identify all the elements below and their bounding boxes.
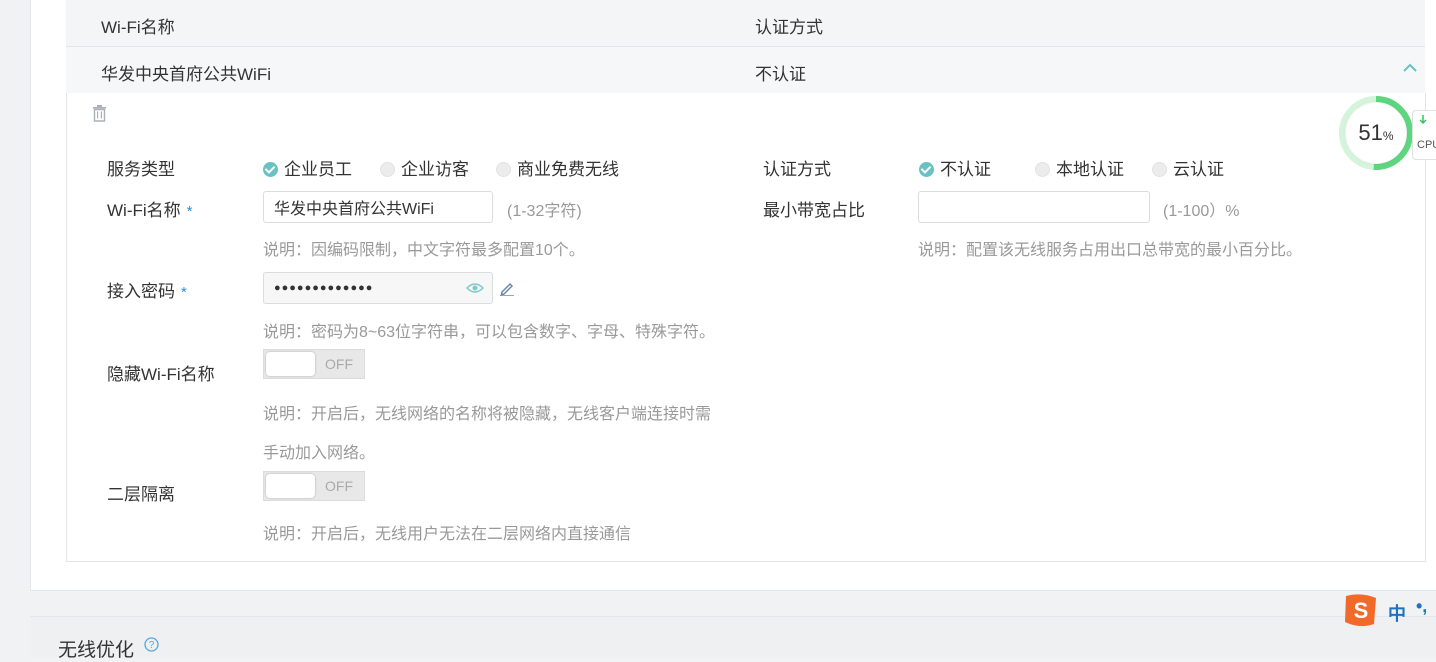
chevron-up-icon[interactable] [1402,59,1418,79]
cpu-tab[interactable]: CPU [1412,110,1436,160]
radio-service-employee[interactable]: 企业员工 [263,155,352,180]
ime-punct: •, [1416,596,1428,616]
row-wifi-name: 华发中央首府公共WiFi [101,65,271,84]
wifi-name-hint: (1-32字符) [507,203,582,220]
arrow-down-icon [1419,115,1427,128]
question-circle-icon[interactable]: ? [144,637,159,657]
radio-checked-icon [919,162,934,177]
header-auth-method: 认证方式 [755,18,823,37]
radio-unchecked-icon [1152,162,1167,177]
radio-checked-icon [263,162,278,177]
row-auth-method: 不认证 [755,65,806,84]
auth-method-label: 认证方式 [763,160,831,179]
radio-unchecked-icon [1035,162,1050,177]
min-bandwidth-note: 说明：配置该无线服务占用出口总带宽的最小百分比。 [918,242,1303,259]
trash-icon[interactable] [92,105,107,127]
hide-ssid-toggle[interactable]: OFF [263,349,365,379]
password-input[interactable]: ●●●●●●●●●●●●● [263,272,493,304]
required-mark: * [181,284,187,301]
radio-auth-none[interactable]: 不认证 [919,155,991,180]
radio-unchecked-icon [380,162,395,177]
ime-toolbar[interactable]: S 中 •, [1340,590,1436,628]
ime-mode: 中 [1388,604,1406,624]
pencil-icon[interactable] [499,280,515,301]
min-bandwidth-label: 最小带宽占比 [763,201,865,220]
radio-auth-cloud[interactable]: 云认证 [1152,155,1224,180]
section-title: 无线优化 [58,640,135,661]
radio-service-visitor[interactable]: 企业访客 [380,155,469,180]
password-note: 说明：密码为8~63位字符串，可以包含数字、字母、特殊字符。 [263,324,716,341]
table-header: Wi-Fi名称 认证方式 [66,0,1425,47]
header-wifi-name: Wi-Fi名称 [101,18,175,37]
wifi-name-label: Wi-Fi名称 * [107,201,193,220]
min-bandwidth-hint: (1-100）% [1163,203,1240,220]
cpu-label: CPU [1417,139,1436,151]
svg-text:?: ? [149,640,155,651]
required-mark: * [186,203,193,220]
min-bandwidth-input[interactable] [918,191,1150,223]
service-type-label: 服务类型 [107,160,175,179]
radio-unchecked-icon [496,162,511,177]
svg-text:S: S [1354,598,1369,623]
password-label: 接入密码 * [107,282,187,301]
wifi-name-input[interactable] [263,191,493,223]
cpu-gauge[interactable]: 51% [1338,95,1414,171]
eye-icon[interactable] [465,281,485,299]
l2-isolation-note: 说明：开启后，无线用户无法在二层网络内直接通信 [263,526,632,543]
wifi-name-note: 说明：因编码限制，中文字符最多配置10个。 [263,242,585,259]
radio-service-free[interactable]: 商业免费无线 [496,155,619,180]
hide-ssid-note-line2: 手动加入网络。 [263,445,376,462]
sogou-logo-icon: S [1342,592,1380,633]
l2-isolation-toggle[interactable]: OFF [263,471,365,501]
hide-ssid-label: 隐藏Wi-Fi名称 [107,365,215,384]
wireless-optimization-section[interactable]: 无线优化 ? [30,616,1436,661]
l2-isolation-label: 二层隔离 [107,485,175,504]
radio-auth-local[interactable]: 本地认证 [1035,155,1124,180]
cpu-percent: 51 [1358,120,1383,145]
hide-ssid-note-line1: 说明：开启后，无线网络的名称将被隐藏，无线客户端连接时需 [263,406,712,423]
wifi-table-row[interactable]: 华发中央首府公共WiFi 不认证 [66,47,1425,94]
